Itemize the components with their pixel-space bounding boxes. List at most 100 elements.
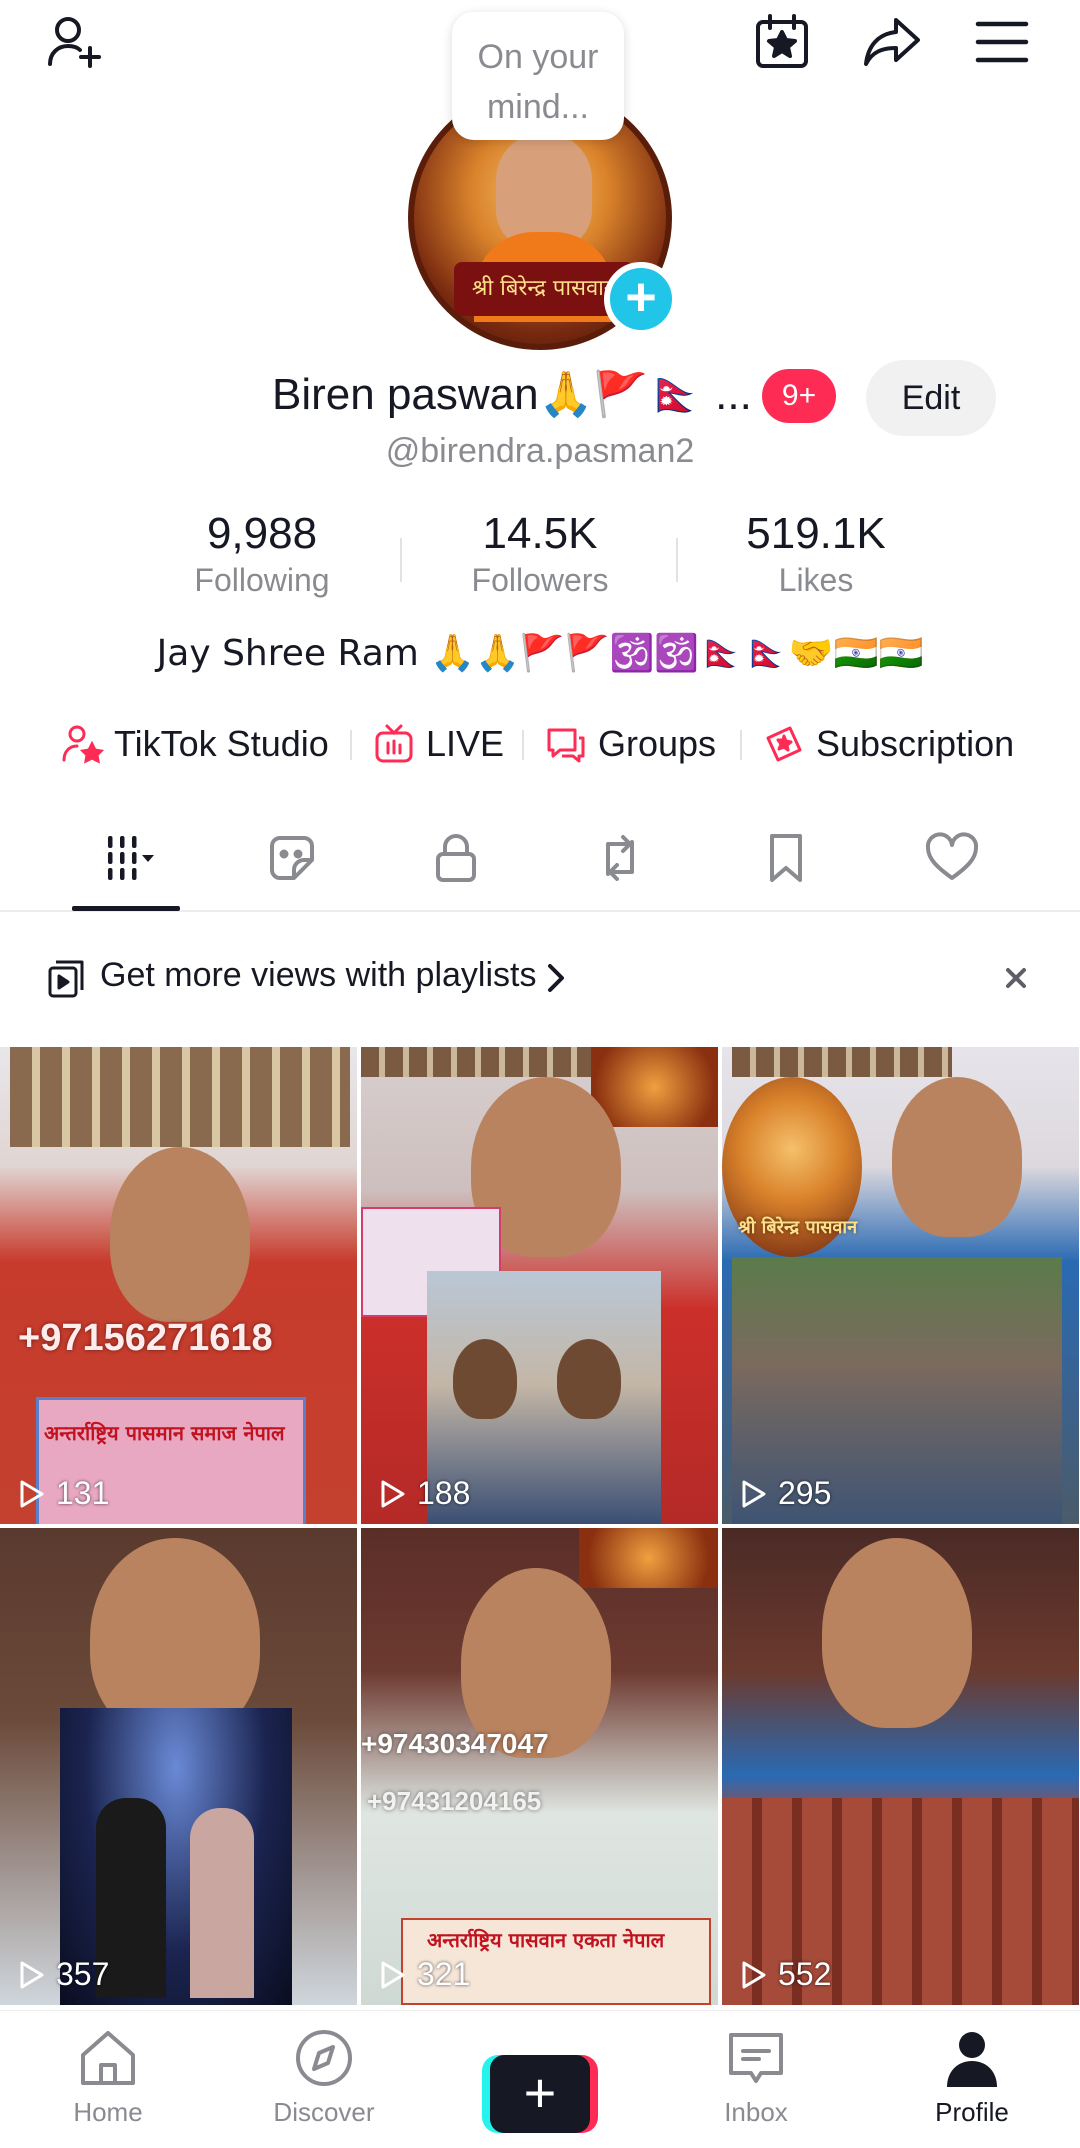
shortcut-label: Groups [598,723,717,764]
tab-stickers[interactable] [242,822,342,894]
sticker-icon [270,836,314,880]
person-face [557,1339,621,1419]
banner-text: अन्तर्राष्ट्रिय पासवान एकता नेपाल [427,1928,665,1952]
heart-icon [925,832,979,880]
person-face [110,1147,250,1322]
nav-label: Home [73,2097,143,2127]
person-silhouette [190,1808,254,1998]
nav-inbox[interactable]: Inbox [676,2025,836,2145]
video-tile[interactable]: +97156271618 अन्तर्राष्ट्रिय पासमान समाज… [0,1047,357,1524]
stat-following[interactable]: 9,988 Following [162,508,362,600]
overlay-phone-number: +97430347047 [361,1728,549,1759]
subscription-icon [766,726,802,762]
stat-label: Likes [778,562,854,598]
play-icon [742,1480,766,1507]
subscription-button[interactable]: Subscription [762,716,1014,772]
play-icon [20,1961,44,1988]
live-tv-icon [375,724,413,763]
profile-handle: @birendra.pasman2 [385,432,695,470]
video-grid: +97156271618 अन्तर्राष्ट्रिय पासमान समाज… [0,1047,1080,2007]
video-tile[interactable]: श्री बिरेन्द्र पासवान 295 [722,1047,1079,1524]
add-story-button[interactable]: + [604,262,678,336]
stat-value: 9,988 [206,509,318,558]
person-face [892,1077,1022,1237]
repost-icon [606,835,634,881]
video-tile[interactable]: 357 [0,1528,357,2005]
tiktok-studio-button[interactable]: TikTok Studio [60,716,329,772]
live-button[interactable]: LIVE [372,716,504,772]
view-count: 552 [736,1956,831,1993]
share-button[interactable] [856,6,928,78]
menu-button[interactable] [966,6,1038,78]
tab-videos[interactable] [78,822,178,894]
banner-text: श्री बिरेन्द्र पासवान [738,1217,858,1238]
groups-button[interactable]: Groups [544,716,716,772]
playlist-icon [48,960,84,998]
stat-label: Followers [471,562,609,598]
share-arrow-icon [864,18,920,66]
create-button[interactable]: + [482,2055,598,2133]
note-bubble[interactable]: On your mind... [452,12,624,140]
edit-profile-button[interactable]: Edit [866,360,996,436]
home-icon [81,2031,135,2085]
playlist-promo-banner[interactable]: Get more views with playlists [0,944,1080,1014]
promo-text: Get more views with playlists [100,956,537,994]
tab-saved[interactable] [736,822,836,894]
overlay-phone-number: +97431204165 [367,1786,542,1816]
chevron-right-icon [548,964,564,992]
stats-row: 9,988 Following 14.5K Followers 519.1K L… [0,508,1080,608]
view-count: 321 [375,1956,470,1993]
shortcut-row: TikTok Studio LIVE Groups Subscription [0,716,1080,772]
stat-likes[interactable]: 519.1K Likes [716,508,916,600]
video-tile[interactable]: 552 [722,1528,1079,2005]
chat-bubbles-icon [547,728,585,763]
view-count-text: 188 [417,1475,471,1511]
close-icon[interactable] [996,958,1036,998]
stat-divider [400,538,402,582]
tab-liked[interactable] [902,822,1002,894]
photo-collage [10,1047,350,1147]
shortcut-label: TikTok Studio [114,723,329,764]
plus-icon: + [490,2055,590,2133]
shortcut-divider [522,730,524,760]
stat-divider [676,538,678,582]
tab-reposts[interactable] [570,822,670,894]
compass-icon [296,2030,352,2086]
video-tile[interactable]: +97430347047 +97431204165 अन्तर्राष्ट्रि… [361,1528,718,2005]
notification-badge[interactable]: 9+ [762,369,836,423]
calendar-star-icon [756,14,808,68]
nav-label: Profile [935,2097,1009,2127]
shortcut-divider [350,730,352,760]
studio-icon [62,725,104,764]
overlay-phone-number: +97156271618 [18,1317,273,1359]
stat-value: 14.5K [482,509,598,558]
nav-discover[interactable]: Discover [244,2025,404,2145]
add-friend-button[interactable] [38,6,110,78]
hamburger-menu-icon [975,21,1029,63]
stat-label: Following [194,562,330,598]
nav-label: Inbox [724,2097,788,2127]
inbox-icon [729,2033,783,2083]
nav-home[interactable]: Home [28,2025,188,2145]
profile-bio: Jay Shree Ram 🙏🙏🚩🚩🕉️🕉️🇳🇵🇳🇵🤝🇮🇳🇮🇳 [156,633,924,674]
nav-profile[interactable]: Profile [892,2025,1052,2145]
stat-followers[interactable]: 14.5K Followers [440,508,640,600]
shortcut-label: LIVE [426,723,505,764]
tab-private[interactable] [406,822,506,894]
view-count: 131 [14,1475,109,1512]
view-count-text: 321 [417,1956,471,1992]
photo-collage [732,1047,952,1077]
video-tile[interactable]: 188 [361,1047,718,1524]
person-face [453,1339,517,1419]
calendar-button[interactable] [746,6,818,78]
stat-value: 519.1K [746,509,886,558]
lock-icon [436,834,476,882]
banner-text: अन्तर्राष्ट्रिय पासमान समाज नेपाल [44,1421,285,1445]
profile-icon [947,2032,997,2087]
person-plus-icon [48,17,101,68]
play-icon [381,1480,405,1507]
avatar-inset [591,1047,718,1127]
view-count: 295 [736,1475,831,1512]
view-count-text: 131 [56,1475,110,1511]
bookmark-icon [770,834,802,882]
